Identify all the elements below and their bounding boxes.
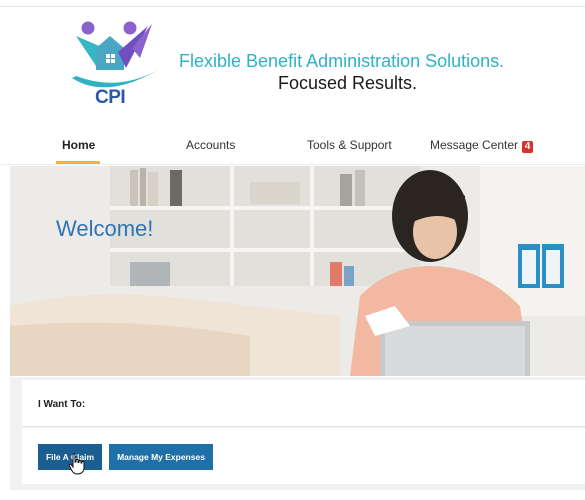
tagline-secondary: Focused Results. xyxy=(278,73,418,93)
main-nav: Home Accounts Tools & Support Message Ce… xyxy=(0,125,585,165)
nav-item-label: Tools & Support xyxy=(307,138,392,152)
action-buttons-row xyxy=(22,428,585,484)
manage-my-expenses-button[interactable]: Manage My Expenses xyxy=(109,444,213,470)
nav-active-indicator xyxy=(56,161,100,164)
nav-item-label: Accounts xyxy=(186,138,236,152)
hero-banner: Welcome! xyxy=(10,166,585,376)
hero-photo xyxy=(10,166,585,376)
nav-item-label: Message Center xyxy=(430,138,519,152)
tagline-primary: Flexible Benefit Administration Solution… xyxy=(179,51,505,71)
nav-item-tools-support[interactable]: Tools & Support xyxy=(307,138,392,152)
welcome-heading: Welcome! xyxy=(56,216,154,241)
nav-item-accounts[interactable]: Accounts xyxy=(186,138,235,152)
message-count-badge: 4 xyxy=(522,141,534,153)
i-want-to-header xyxy=(22,380,585,427)
i-want-to-label: I Want To: xyxy=(38,399,86,410)
nav-item-message-center[interactable]: Message Center 4 xyxy=(430,138,534,153)
logo-wordmark: CPI xyxy=(95,87,126,108)
nav-item-home[interactable]: Home xyxy=(62,138,95,152)
nav-item-label: Home xyxy=(62,138,96,152)
top-divider xyxy=(0,6,585,7)
hand-pointer-cursor-icon xyxy=(68,453,85,475)
